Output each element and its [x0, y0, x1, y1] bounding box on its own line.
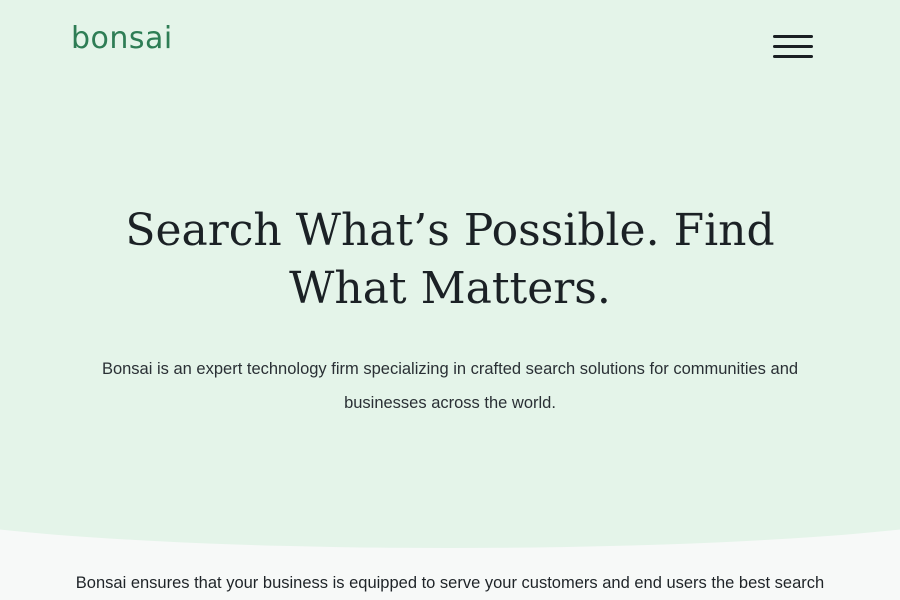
page: bonsai Search What’s Possible. Find What…: [0, 0, 900, 600]
menu-bar: [773, 55, 813, 58]
hero-headline: Search What’s Possible. Find What Matter…: [125, 205, 775, 314]
hero-subtext: Bonsai is an expert technology firm spec…: [101, 360, 799, 412]
menu-bar: [773, 35, 813, 38]
hamburger-menu-icon[interactable]: [770, 33, 816, 63]
menu-bar: [773, 45, 813, 48]
site-header: bonsai: [0, 0, 900, 90]
logo[interactable]: bonsai: [71, 21, 173, 57]
intro-text: Bonsai ensures that your business is equ…: [75, 574, 825, 592]
